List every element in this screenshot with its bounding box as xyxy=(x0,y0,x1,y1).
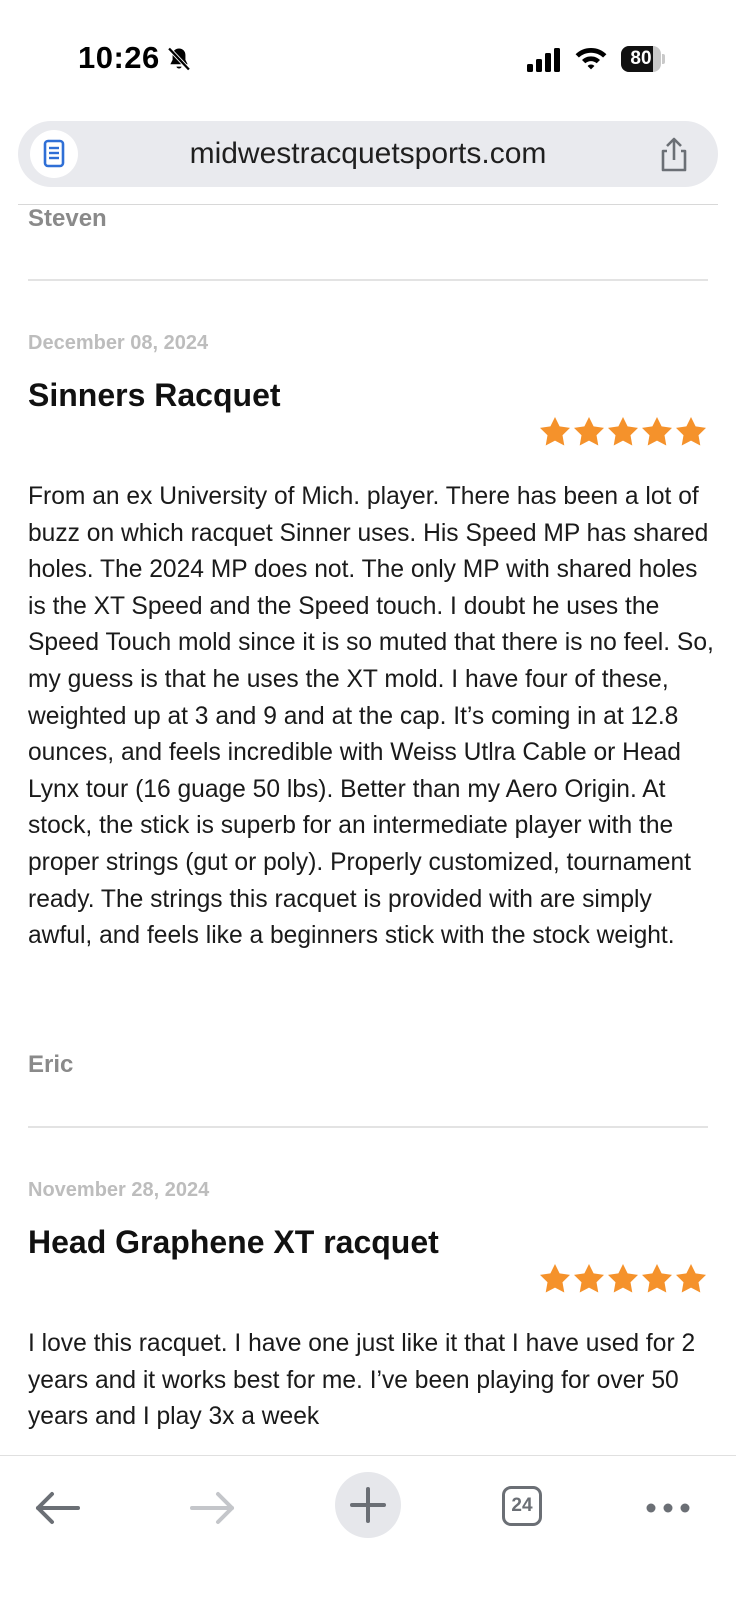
address-bar[interactable]: midwestracquetsports.com xyxy=(18,121,718,187)
star-icon xyxy=(608,1264,638,1293)
star-icon xyxy=(676,417,706,446)
battery-percentage: 80 xyxy=(630,48,652,69)
arrow-left-icon xyxy=(36,1492,80,1524)
star-icon xyxy=(642,417,672,446)
star-icon xyxy=(540,1264,570,1293)
review-body: From an ex University of Mich. player. T… xyxy=(28,483,714,950)
review-title: Head Graphene XT racquet xyxy=(28,1224,439,1260)
arrow-right-icon xyxy=(190,1492,234,1524)
star-rating xyxy=(538,1262,708,1298)
tabs-count: 24 xyxy=(502,1486,542,1526)
star-icon xyxy=(608,417,638,446)
star-icon xyxy=(574,1264,604,1293)
clock: 10:26 xyxy=(78,40,160,75)
document-icon xyxy=(43,139,65,168)
back-button[interactable] xyxy=(26,1476,90,1540)
battery-indicator: 80 xyxy=(621,46,665,73)
wifi-icon xyxy=(575,48,607,70)
bell-muted-icon xyxy=(167,47,191,71)
forward-button[interactable] xyxy=(180,1476,244,1540)
url-text[interactable]: midwestracquetsports.com xyxy=(98,121,638,187)
star-icon xyxy=(642,1264,672,1293)
browser-toolbar: 24 xyxy=(0,1455,736,1601)
star-rating xyxy=(538,415,708,451)
cellular-signal-icon xyxy=(527,48,560,72)
plus-icon xyxy=(350,1487,386,1523)
star-icon xyxy=(574,417,604,446)
review-divider xyxy=(28,279,708,281)
review-author: Eric xyxy=(28,1051,74,1078)
review-date: December 08, 2024 xyxy=(28,332,209,354)
star-icon xyxy=(540,417,570,446)
new-tab-button[interactable] xyxy=(335,1472,401,1538)
review-title: Sinners Racquet xyxy=(28,377,281,413)
status-bar: 10:26 80 xyxy=(0,0,736,110)
share-icon[interactable] xyxy=(654,135,694,175)
more-button[interactable] xyxy=(638,1476,702,1540)
reader-mode-button[interactable] xyxy=(30,130,78,178)
more-dots-icon xyxy=(646,1503,690,1513)
tabs-button[interactable]: 24 xyxy=(492,1476,556,1540)
review-divider xyxy=(28,1126,708,1128)
star-icon xyxy=(676,1264,706,1293)
reviews-list: Steven December 08, 2024 Sinners Racquet… xyxy=(0,205,736,1455)
review-date: November 28, 2024 xyxy=(28,1179,210,1201)
review-author: Steven xyxy=(28,205,107,232)
review-body: I love this racquet. I have one just lik… xyxy=(28,1330,696,1431)
